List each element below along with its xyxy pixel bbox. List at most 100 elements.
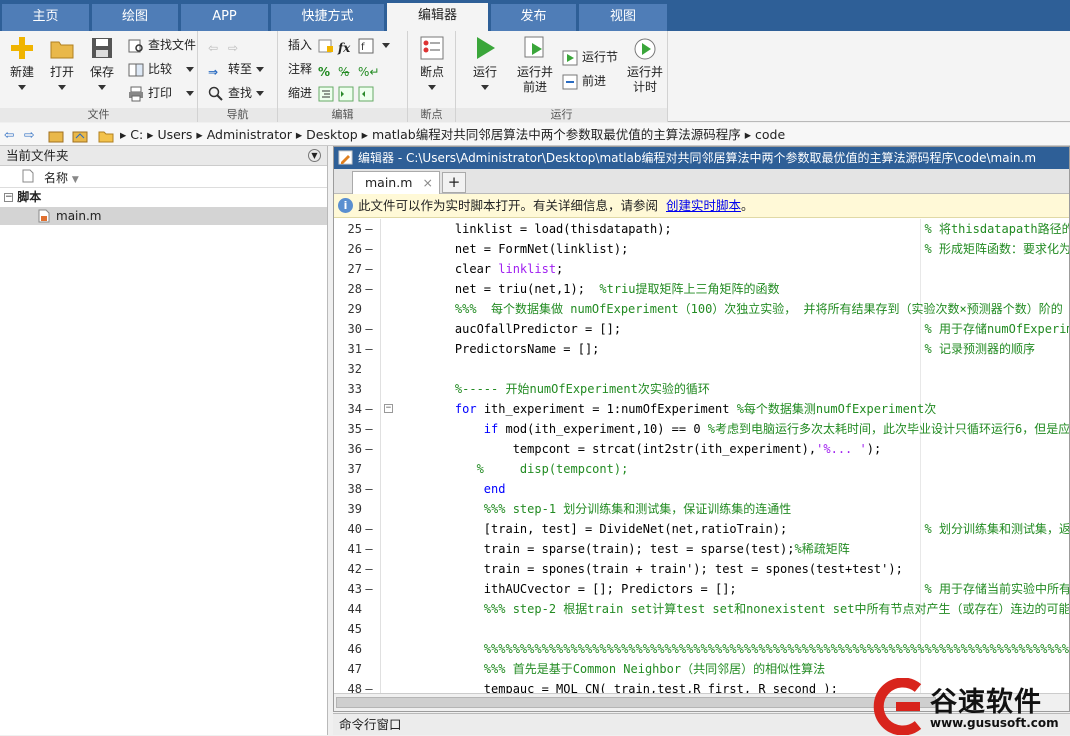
code-line[interactable]: 40– [train, test] = DivideNet(net,ratioT… — [334, 519, 1069, 539]
close-tab-icon[interactable]: × — [423, 172, 433, 193]
line-number[interactable]: 38 — [334, 479, 362, 499]
new-button[interactable]: 新建 — [4, 35, 40, 95]
breadcrumb-project-folder[interactable]: matlab编程对共同邻居算法中两个参数取最优值的主算法源码程序 — [372, 127, 741, 142]
line-marker[interactable]: – — [364, 419, 374, 439]
print-button[interactable]: 打印 — [128, 83, 195, 103]
line-number[interactable]: 47 — [334, 659, 362, 679]
indent-button[interactable]: 缩进 — [288, 83, 378, 103]
code-line[interactable]: 36– tempcont = strcat(int2str(ith_experi… — [334, 439, 1069, 459]
comment-button[interactable]: 注释% %̶ %↵ — [288, 59, 379, 79]
collapse-icon[interactable]: − — [4, 193, 13, 202]
line-number[interactable]: 35 — [334, 419, 362, 439]
tab-home[interactable]: 主页 — [2, 4, 89, 31]
new-tab-button[interactable]: + — [442, 172, 466, 193]
line-number[interactable]: 42 — [334, 559, 362, 579]
line-number[interactable]: 46 — [334, 639, 362, 659]
breadcrumb-administrator[interactable]: Administrator — [207, 127, 292, 142]
tab-view[interactable]: 视图 — [579, 4, 667, 31]
breakpoints-button[interactable]: 断点 — [414, 35, 450, 95]
code-line[interactable]: 33 %----- 开始numOfExperiment次实验的循环 — [334, 379, 1069, 399]
run-and-advance-button[interactable]: 运行并 前进 — [514, 35, 556, 95]
group-scripts[interactable]: − 脚本 — [0, 188, 327, 207]
code-line[interactable]: 39 %%% step-1 划分训练集和测试集，保证训练集的连通性 — [334, 499, 1069, 519]
code-line[interactable]: 43– ithAUCvector = []; Predictors = []; … — [334, 579, 1069, 599]
line-marker[interactable]: – — [364, 579, 374, 599]
code-line[interactable]: 26– net = FormNet(linklist); % 形成矩阵函数：要求… — [334, 239, 1069, 259]
insert-button[interactable]: 插入 fx f — [288, 35, 391, 55]
code-line[interactable]: 35– if mod(ith_experiment,10) == 0 %考虑到电… — [334, 419, 1069, 439]
code-line[interactable]: 38– end — [334, 479, 1069, 499]
line-number[interactable]: 32 — [334, 359, 362, 379]
line-marker[interactable]: – — [364, 519, 374, 539]
code-line[interactable]: 34– − for ith_experiment = 1:numOfExperim… — [334, 399, 1069, 419]
code-line[interactable]: 28– net = triu(net,1); %triu提取矩阵上三角矩阵的函数 — [334, 279, 1069, 299]
line-number[interactable]: 45 — [334, 619, 362, 639]
code-line[interactable]: 25– linklist = load(thisdatapath); % 将th… — [334, 219, 1069, 239]
line-number[interactable]: 36 — [334, 439, 362, 459]
line-number[interactable]: 25 — [334, 219, 362, 239]
line-number[interactable]: 26 — [334, 239, 362, 259]
line-marker[interactable]: – — [364, 399, 374, 419]
run-button[interactable]: 运行 — [466, 35, 504, 95]
line-marker[interactable]: – — [364, 679, 374, 693]
line-number[interactable]: 31 — [334, 339, 362, 359]
tab-plots[interactable]: 绘图 — [92, 4, 178, 31]
run-section-button[interactable]: 运行节 — [562, 47, 618, 67]
code-line[interactable]: 42– train = spones(train + train'); test… — [334, 559, 1069, 579]
line-number[interactable]: 37 — [334, 459, 362, 479]
line-marker[interactable]: – — [364, 259, 374, 279]
line-number[interactable]: 34 — [334, 399, 362, 419]
tab-shortcuts[interactable]: 快捷方式 — [271, 4, 384, 31]
find-button[interactable]: 查找 — [208, 83, 265, 103]
code-line[interactable]: 32 — [334, 359, 1069, 379]
line-marker[interactable]: – — [364, 319, 374, 339]
tab-apps[interactable]: APP — [181, 4, 268, 31]
run-and-time-button[interactable]: 运行并 计时 — [624, 35, 666, 95]
breadcrumb-desktop[interactable]: Desktop — [306, 127, 358, 142]
line-marker[interactable]: – — [364, 279, 374, 299]
name-column-header[interactable]: 名称 ▼ — [44, 169, 79, 186]
code-line[interactable]: 44 %%% step-2 根据train set计算test set和none… — [334, 599, 1069, 619]
file-row-main-m[interactable]: main.m — [0, 207, 327, 225]
code-line[interactable]: 37 % disp(tempcont); — [334, 459, 1069, 479]
line-number[interactable]: 41 — [334, 539, 362, 559]
code-line[interactable]: 31– PredictorsName = []; % 记录预测器的顺序 — [334, 339, 1069, 359]
code-line[interactable]: 45 — [334, 619, 1069, 639]
line-number[interactable]: 30 — [334, 319, 362, 339]
breadcrumb-drive[interactable]: C: — [130, 127, 143, 142]
code-line[interactable]: 41– train = sparse(train); test = sparse… — [334, 539, 1069, 559]
forward-icon[interactable]: ⇨ — [24, 123, 34, 146]
line-number[interactable]: 27 — [334, 259, 362, 279]
line-number[interactable]: 28 — [334, 279, 362, 299]
line-marker[interactable]: – — [364, 219, 374, 239]
line-marker[interactable]: – — [364, 439, 374, 459]
line-marker[interactable]: – — [364, 559, 374, 579]
line-number[interactable]: 48 — [334, 679, 362, 693]
up-folder-icon[interactable] — [48, 123, 64, 146]
line-number[interactable]: 40 — [334, 519, 362, 539]
scrollbar-thumb[interactable] — [336, 697, 936, 708]
browse-folder-icon[interactable] — [72, 123, 88, 146]
compare-button[interactable]: 比较 — [128, 59, 195, 79]
breadcrumb-code[interactable]: code — [755, 127, 785, 142]
advance-button[interactable]: 前进 — [562, 71, 606, 91]
code-area[interactable]: 25– linklist = load(thisdatapath); % 将th… — [334, 219, 1069, 693]
code-line[interactable]: 47 %%% 首先是基于Common Neighbor（共同邻居）的相似性算法 — [334, 659, 1069, 679]
line-number[interactable]: 39 — [334, 499, 362, 519]
panel-menu-icon[interactable]: ▼ — [308, 149, 321, 162]
breadcrumb-users[interactable]: Users — [157, 127, 192, 142]
code-line[interactable]: 27– clear linklist; — [334, 259, 1069, 279]
line-marker[interactable]: – — [364, 539, 374, 559]
line-marker[interactable]: – — [364, 479, 374, 499]
tab-editor[interactable]: 编辑器 — [387, 3, 488, 31]
find-files-button[interactable]: 查找文件 — [128, 35, 196, 55]
code-line[interactable]: 30– aucOfallPredictor = []; % 用于存储numOfE… — [334, 319, 1069, 339]
code-line[interactable]: 29 %%% 每个数据集做 numOfExperiment（100）次独立实验，… — [334, 299, 1069, 319]
back-forward-buttons[interactable]: ⇦ ⇨ — [208, 35, 248, 55]
line-number[interactable]: 44 — [334, 599, 362, 619]
line-marker[interactable]: – — [364, 239, 374, 259]
line-number[interactable]: 33 — [334, 379, 362, 399]
tab-publish[interactable]: 发布 — [491, 4, 576, 31]
code-line[interactable]: 46 %%%%%%%%%%%%%%%%%%%%%%%%%%%%%%%%%%%%%… — [334, 639, 1069, 659]
create-live-script-link[interactable]: 创建实时脚本 — [666, 198, 741, 213]
